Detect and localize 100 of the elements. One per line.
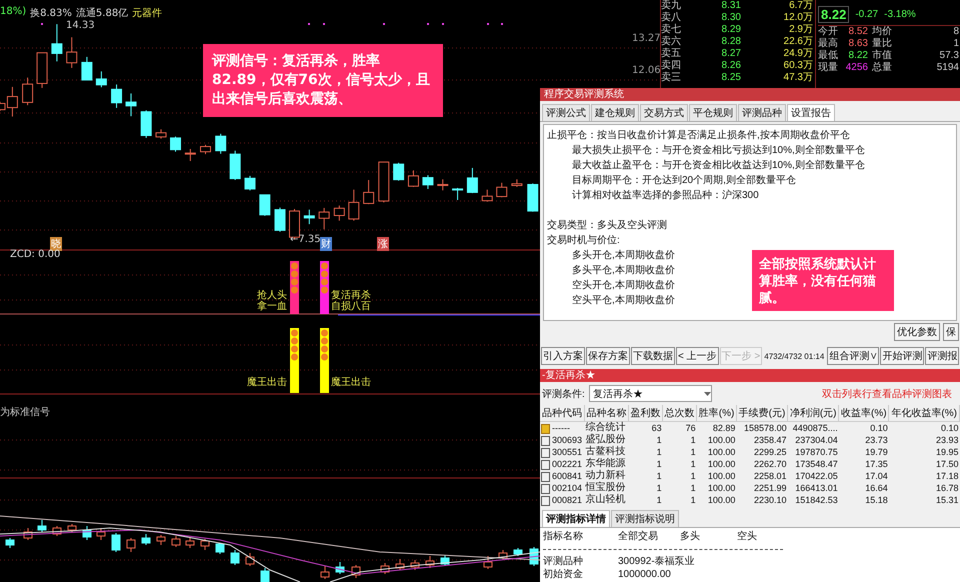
stat-value: 8 xyxy=(952,26,959,38)
tab[interactable]: 评测指标说明 xyxy=(611,510,679,527)
column-header[interactable]: 收益率(%) xyxy=(838,405,889,422)
candlestick xyxy=(363,180,374,205)
table-cell: 2230.10 xyxy=(754,495,787,505)
report-line: 空头开仓,本周期收盘价 xyxy=(571,278,675,293)
quote-info-text: 换8.83% xyxy=(30,7,72,20)
table-cell: 1 xyxy=(656,471,662,481)
candlestick xyxy=(140,110,152,138)
checkbox[interactable] xyxy=(541,472,550,482)
toolbar-button[interactable]: < 上一步 xyxy=(676,347,719,365)
table-cell: 2358.47 xyxy=(754,435,787,445)
table-cell: 2251.99 xyxy=(754,483,787,493)
stat-value: 5194 xyxy=(936,62,959,74)
chart-marker: 涨 xyxy=(377,237,389,251)
table-cell: 002221 xyxy=(552,459,582,469)
order-price: 8.30 xyxy=(720,12,741,24)
candlestick xyxy=(156,534,166,546)
candlestick xyxy=(498,550,508,560)
candlestick xyxy=(6,538,14,548)
candlestick xyxy=(246,552,254,566)
column-header[interactable]: 品种名称 xyxy=(584,405,629,422)
order-label: 卖六 xyxy=(661,36,682,48)
candlestick xyxy=(348,189,360,222)
tab[interactable]: 设置报告 xyxy=(787,104,835,121)
condition-dropdown[interactable]: 复活再杀★ xyxy=(588,385,712,402)
stat-value: 4256 xyxy=(844,62,868,74)
column-header[interactable]: 盈利数 xyxy=(628,405,663,422)
candlestick xyxy=(482,189,493,202)
tab[interactable]: 建仓规则 xyxy=(591,104,639,121)
toolbar-button[interactable]: 引入方案 xyxy=(541,347,585,365)
window-title: 程序交易评测系统 xyxy=(540,88,960,101)
column-header: 空头 xyxy=(737,530,758,544)
candlestick xyxy=(380,562,390,574)
toolbar-button[interactable]: 开始评测 xyxy=(880,347,924,365)
action-button[interactable]: 优化参数 xyxy=(894,323,940,341)
table-cell: 100.00 xyxy=(708,459,736,469)
column-header[interactable]: 总次数 xyxy=(662,405,697,422)
table-cell: 恒宝股份 xyxy=(585,482,626,493)
order-price: 8.25 xyxy=(720,72,741,84)
table-cell: 16.78 xyxy=(936,483,958,493)
checkbox[interactable] xyxy=(541,436,550,446)
last-price: 8.22 xyxy=(818,6,850,22)
candlestick xyxy=(393,162,404,182)
dot-ornament-drawing xyxy=(321,330,328,360)
candlestick xyxy=(200,144,212,155)
stat-label: 最高 xyxy=(818,38,839,50)
toolbar-button[interactable]: 组合评测∨ xyxy=(827,347,880,365)
table-cell: 0.10 xyxy=(940,423,958,433)
candlestick xyxy=(24,528,32,540)
action-button[interactable]: 保 xyxy=(943,323,959,341)
table-cell: 2262.70 xyxy=(754,459,787,469)
table-cell: 1 xyxy=(690,435,696,445)
column-header[interactable]: 净利润(元) xyxy=(788,405,839,422)
strategy-title-bar: -复活再杀★ xyxy=(540,369,960,382)
table-cell: 170422.05 xyxy=(795,471,838,481)
table-cell: 1 xyxy=(656,495,662,505)
stat-label: 量比 xyxy=(871,38,893,50)
stat-value: 1 xyxy=(952,38,959,50)
toolbar-button[interactable]: 下载数据 xyxy=(631,347,675,365)
candlestick xyxy=(304,209,315,225)
candlestick xyxy=(36,52,48,88)
toolbar-button[interactable]: 保存方案 xyxy=(586,347,630,365)
quote-info-text: 18%) xyxy=(0,6,26,19)
order-label: 卖九 xyxy=(661,0,682,12)
tab[interactable]: 评测指标详情 xyxy=(542,510,610,527)
candlestick xyxy=(422,174,434,190)
order-volume: 6.7万 xyxy=(788,0,814,12)
table-cell: 17.50 xyxy=(936,459,958,469)
report-line: 交易时机与价位: xyxy=(547,234,620,248)
order-volume: 47.3万 xyxy=(782,72,814,84)
checkbox[interactable] xyxy=(541,484,550,494)
table-cell: 综合统计 xyxy=(585,422,626,433)
order-volume: 24.9万 xyxy=(782,48,814,60)
chart-marker: 晓 xyxy=(50,237,62,251)
toolbar-button[interactable]: 评测报 xyxy=(925,347,960,365)
column-header[interactable]: 胜率(%) xyxy=(696,405,736,422)
signal-label: 魔王出击 xyxy=(247,377,287,388)
column-header[interactable]: 手续费(元) xyxy=(736,405,788,422)
candlestick xyxy=(216,542,224,554)
checkbox[interactable] xyxy=(541,460,550,470)
table-cell: 1 xyxy=(690,483,696,493)
tab[interactable]: 评测公式 xyxy=(542,104,590,121)
signal-label: 抢人头 拿一血 xyxy=(257,290,287,312)
tab[interactable]: 评测品种 xyxy=(738,104,786,121)
table-cell: 15.31 xyxy=(936,495,958,505)
candlestick xyxy=(426,556,434,568)
checkbox[interactable] xyxy=(541,496,550,506)
checkbox[interactable] xyxy=(541,448,550,458)
candlestick xyxy=(336,562,344,574)
tab[interactable]: 平仓规则 xyxy=(689,104,737,121)
candlestick xyxy=(96,70,107,88)
tab[interactable]: 交易方式 xyxy=(640,104,688,121)
column-header[interactable]: 年化收益率(%) xyxy=(888,405,960,422)
candlestick xyxy=(142,534,150,546)
table-cell: 2258.01 xyxy=(754,471,787,481)
candlestick xyxy=(126,92,137,117)
candlestick xyxy=(112,532,120,552)
table-cell: 197870.75 xyxy=(795,447,838,457)
column-header[interactable]: 品种代码 xyxy=(540,405,584,422)
